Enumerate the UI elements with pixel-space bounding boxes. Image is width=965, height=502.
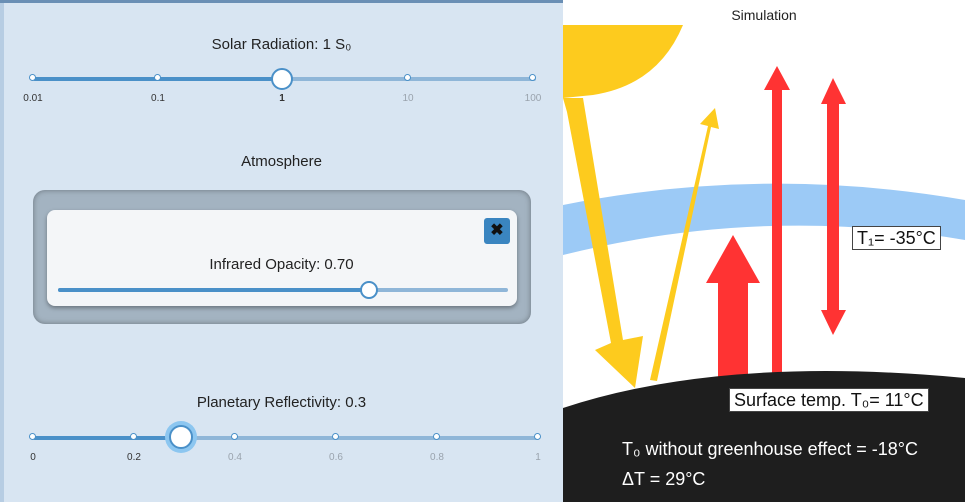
sun-shape bbox=[563, 25, 683, 98]
reflectivity-slider-thumb[interactable] bbox=[169, 425, 193, 449]
infrared-opacity-label: Infrared Opacity: 0.70 bbox=[209, 256, 354, 273]
solar-tick-3 bbox=[404, 74, 411, 81]
solar-tick-label: 0.01 bbox=[23, 93, 43, 104]
solar-radiation-slider-thumb[interactable] bbox=[271, 68, 293, 90]
reflectivity-tick-label: 0 bbox=[30, 452, 36, 463]
surface-temperature-label: Surface temp. T₀= 11°C bbox=[729, 388, 929, 412]
reflectivity-slider-fill bbox=[33, 436, 183, 440]
no-greenhouse-temperature-text: T₀ without greenhouse effect = -18°C bbox=[622, 439, 919, 459]
simulation-title: Simulation bbox=[731, 7, 797, 23]
surface-ir-arrow bbox=[706, 235, 760, 393]
infrared-opacity-slider-thumb[interactable] bbox=[360, 281, 378, 299]
reflectivity-tick bbox=[332, 433, 339, 440]
reflectivity-tick-label: 0.2 bbox=[127, 452, 141, 463]
reflectivity-tick bbox=[130, 433, 137, 440]
temperature-difference-text: ΔT = 29°C bbox=[622, 469, 706, 489]
reflectivity-tick-label: 0.8 bbox=[430, 452, 444, 463]
reflectivity-tick bbox=[534, 433, 541, 440]
reflectivity-tick-label: 0.4 bbox=[228, 452, 242, 463]
simulation-canvas bbox=[563, 25, 965, 502]
simulation-view bbox=[563, 0, 965, 502]
solar-tick-0 bbox=[29, 74, 36, 81]
solar-tick-1 bbox=[154, 74, 161, 81]
solar-tick-label: 1 bbox=[279, 93, 285, 104]
planetary-reflectivity-label: Planetary Reflectivity: 0.3 bbox=[196, 394, 367, 411]
solar-tick-label: 0.1 bbox=[151, 93, 165, 104]
solar-tick-label: 100 bbox=[524, 93, 542, 104]
reflected-sunlight-arrow bbox=[650, 108, 719, 381]
solar-radiation-label: Solar Radiation: 1 S₀ bbox=[211, 36, 352, 53]
reflectivity-tick bbox=[29, 433, 36, 440]
atmosphere-temperature-label: T₁= -35°C bbox=[852, 226, 941, 250]
atmosphere-heading: Atmosphere bbox=[241, 153, 322, 170]
infrared-opacity-slider-fill bbox=[58, 288, 369, 292]
reflectivity-tick-label: 1 bbox=[535, 452, 541, 463]
remove-atmosphere-button[interactable]: ✖ bbox=[484, 218, 510, 244]
reflectivity-tick bbox=[231, 433, 238, 440]
solar-tick-label: 10 bbox=[402, 93, 414, 104]
reflectivity-tick bbox=[433, 433, 440, 440]
solar-tick-4 bbox=[529, 74, 536, 81]
reflectivity-tick-label: 0.6 bbox=[329, 452, 343, 463]
